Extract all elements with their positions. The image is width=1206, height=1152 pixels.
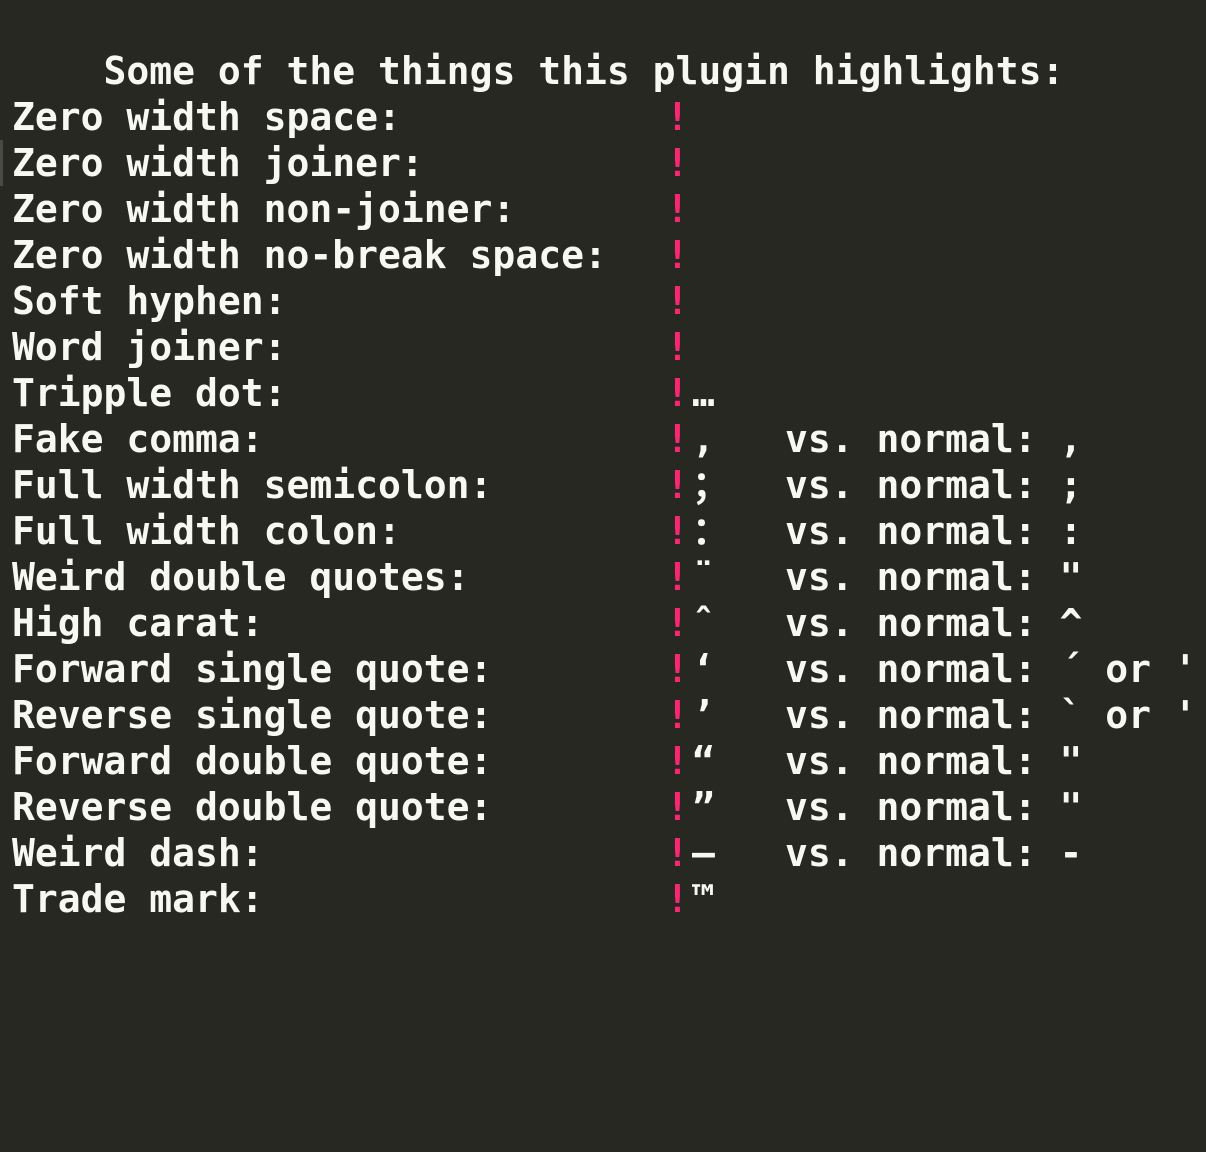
- code-line[interactable]: Reverse double quote: ! ” vs. normal: ": [12, 784, 1082, 830]
- comparison-text: vs. normal: -: [785, 831, 1083, 875]
- comparison-text: vs. normal: ` or ': [785, 693, 1197, 737]
- invisible-char-marker: !: [666, 95, 689, 139]
- code-line[interactable]: Zero width joiner: !: [12, 140, 689, 186]
- row-label: Tripple dot:: [12, 371, 287, 415]
- invisible-char-marker: !: [666, 647, 689, 691]
- special-glyph: ‘: [692, 647, 715, 691]
- row-label: Zero width non-joiner:: [12, 187, 516, 231]
- row-label: Reverse single quote:: [12, 693, 493, 737]
- row-label: Zero width joiner:: [12, 141, 424, 185]
- invisible-char-marker: !: [666, 463, 689, 507]
- comparison-text: vs. normal: :: [785, 509, 1083, 553]
- comparison-text: vs. normal: ": [785, 555, 1083, 599]
- code-line[interactable]: Full width colon: ! ： vs. normal: :: [12, 508, 1082, 554]
- comparison-text: vs. normal: ^: [785, 601, 1083, 645]
- row-label: Fake comma:: [12, 417, 264, 461]
- special-glyph: ：: [692, 509, 731, 553]
- code-line[interactable]: Fake comma: ! ‚ vs. normal: ,: [12, 416, 1082, 462]
- invisible-char-marker: !: [666, 371, 689, 415]
- invisible-char-marker: !: [666, 187, 689, 231]
- text-cursor: [0, 140, 3, 186]
- row-label: Zero width space:: [12, 95, 401, 139]
- comparison-text: vs. normal: ": [785, 739, 1083, 783]
- code-line[interactable]: Zero width no-break space: !: [12, 232, 689, 278]
- row-label: High carat:: [12, 601, 264, 645]
- comparison-text: vs. normal: ;: [785, 463, 1083, 507]
- row-label: Trade mark:: [12, 877, 264, 921]
- special-glyph: ™: [692, 877, 715, 921]
- special-glyph: “: [692, 739, 715, 783]
- heading-line: Some of the things this plugin highlight…: [12, 2, 1065, 93]
- special-glyph: ‚: [692, 417, 715, 461]
- heading-text: Some of the things this plugin highlight…: [103, 49, 1065, 93]
- invisible-char-marker: !: [666, 877, 689, 921]
- code-line[interactable]: Weird double quotes: ! ¨ vs. normal: ": [12, 554, 1082, 600]
- row-label: Full width semicolon:: [12, 463, 493, 507]
- row-label: Full width colon:: [12, 509, 401, 553]
- invisible-char-marker: !: [666, 831, 689, 875]
- row-label: Forward single quote:: [12, 647, 493, 691]
- row-label: Zero width no-break space:: [12, 233, 607, 277]
- code-line[interactable]: Forward double quote: ! “ vs. normal: ": [12, 738, 1082, 784]
- code-line[interactable]: Soft hyphen: !: [12, 278, 689, 324]
- invisible-char-marker: !: [666, 693, 689, 737]
- invisible-char-marker: !: [666, 279, 689, 323]
- comparison-text: vs. normal: ": [785, 785, 1083, 829]
- code-line[interactable]: Word joiner: !: [12, 324, 689, 370]
- code-line[interactable]: Zero width non-joiner: !: [12, 186, 689, 232]
- row-label: Weird double quotes:: [12, 555, 470, 599]
- code-line[interactable]: Weird dash: ! — vs. normal: -: [12, 830, 1082, 876]
- row-label: Reverse double quote:: [12, 785, 493, 829]
- code-editor[interactable]: Some of the things this plugin highlight…: [0, 0, 1206, 936]
- code-line[interactable]: High carat: ! ˆ vs. normal: ^: [12, 600, 1082, 646]
- special-glyph: ’: [692, 693, 715, 737]
- invisible-char-marker: !: [666, 141, 689, 185]
- comparison-text: vs. normal: ,: [785, 417, 1083, 461]
- special-glyph: …: [692, 371, 715, 415]
- code-line[interactable]: Trade mark: ! ™: [12, 876, 715, 922]
- special-glyph: ¨: [692, 555, 715, 599]
- invisible-char-marker: !: [666, 739, 689, 783]
- code-line[interactable]: Tripple dot: ! …: [12, 370, 715, 416]
- invisible-char-marker: !: [666, 555, 689, 599]
- special-glyph: ；: [692, 463, 731, 507]
- row-label: Weird dash:: [12, 831, 264, 875]
- invisible-char-marker: !: [666, 509, 689, 553]
- special-glyph: —: [692, 831, 715, 875]
- invisible-char-marker: !: [666, 785, 689, 829]
- invisible-char-marker: !: [666, 233, 689, 277]
- code-line[interactable]: Full width semicolon: ! ； vs. normal: ;: [12, 462, 1082, 508]
- row-label: Soft hyphen:: [12, 279, 287, 323]
- row-label: Word joiner:: [12, 325, 287, 369]
- code-line[interactable]: Forward single quote: ! ‘ vs. normal: ´ …: [12, 646, 1197, 692]
- code-line[interactable]: Reverse single quote: ! ’ vs. normal: ` …: [12, 692, 1197, 738]
- row-label: Forward double quote:: [12, 739, 493, 783]
- invisible-char-marker: !: [666, 417, 689, 461]
- special-glyph: ”: [692, 785, 715, 829]
- invisible-char-marker: !: [666, 601, 689, 645]
- code-line[interactable]: Zero width space: !: [12, 94, 689, 140]
- comparison-text: vs. normal: ´ or ': [785, 647, 1197, 691]
- special-glyph: ˆ: [692, 601, 715, 645]
- invisible-char-marker: !: [666, 325, 689, 369]
